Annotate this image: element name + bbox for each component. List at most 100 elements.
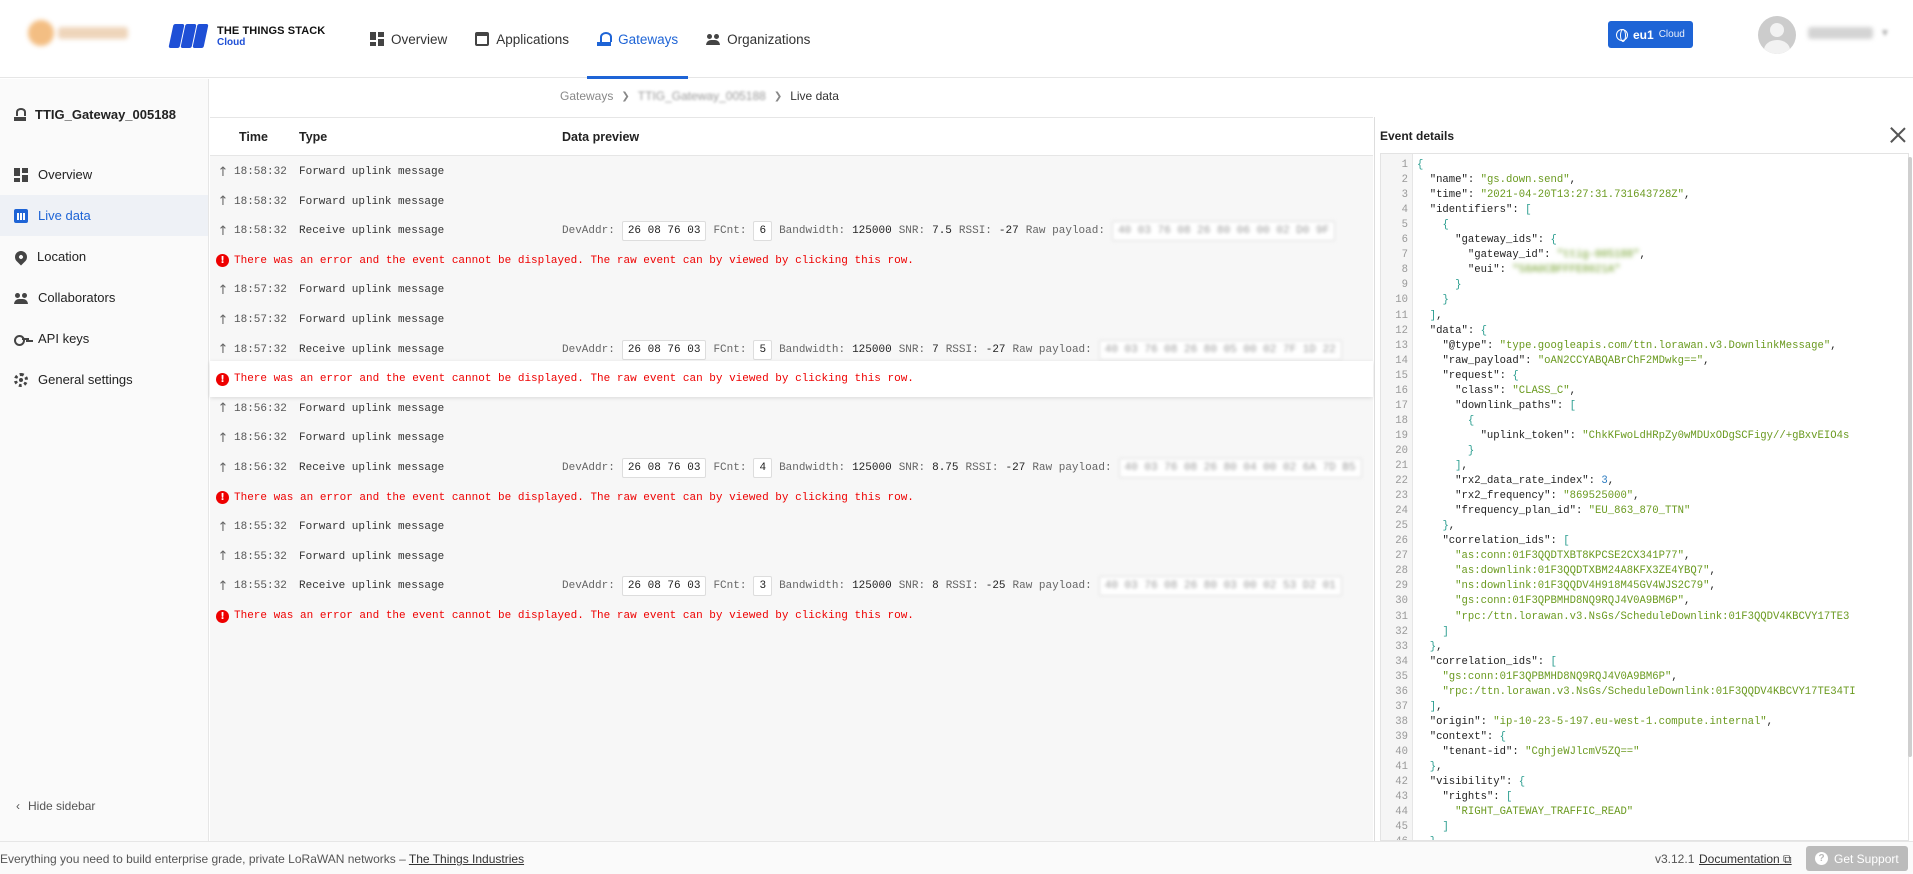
snr-label: SNR: xyxy=(898,462,926,474)
raw-payload-value[interactable]: 40 03 76 08 26 80 03 00 02 53 D2 01 xyxy=(1098,576,1342,597)
fcnt-value[interactable]: 4 xyxy=(753,458,773,478)
rssi-value: -27 xyxy=(985,343,1006,356)
rssi-label: RSSI: xyxy=(958,225,992,238)
event-type: Forward uplink message xyxy=(299,402,445,415)
sidebar-item-live-data[interactable]: Live data xyxy=(0,195,208,236)
nav-applications[interactable]: Applications xyxy=(465,0,579,78)
nav-overview[interactable]: Overview xyxy=(360,0,457,78)
username[interactable] xyxy=(1808,27,1873,39)
scrollbar[interactable] xyxy=(1908,157,1912,757)
nav-organizations[interactable]: Organizations xyxy=(696,0,820,78)
fcnt-label: FCnt: xyxy=(713,462,747,474)
tti-logo[interactable] xyxy=(28,18,133,48)
breadcrumb-gateways[interactable]: Gateways xyxy=(560,89,613,103)
code-text: "rx2_data_rate_index": 3, xyxy=(1455,475,1615,488)
rssi-label: RSSI: xyxy=(945,343,979,356)
line-number: 9 xyxy=(1401,279,1408,292)
code-text: "origin": "ip-10-23-5-197.eu-west-1.comp… xyxy=(1429,715,1774,728)
code-text: "rights": [ xyxy=(1442,791,1513,804)
line-number: 16 xyxy=(1395,384,1408,397)
line-number: 26 xyxy=(1395,535,1408,548)
code-text: "data": { xyxy=(1429,324,1487,337)
avatar[interactable] xyxy=(1758,16,1796,54)
raw-payload-value[interactable]: 40 03 76 08 26 80 05 00 02 7F 1D 22 xyxy=(1098,339,1342,360)
event-type: Forward uplink message xyxy=(299,521,445,534)
top-bar: THE THINGS STACK Cloud Overview Applicat… xyxy=(0,0,1913,79)
sidebar-item-general-settings[interactable]: General settings xyxy=(0,359,208,400)
globe-icon xyxy=(1616,28,1628,42)
hide-sidebar-button[interactable]: ‹ Hide sidebar xyxy=(16,799,95,813)
nav-gateways[interactable]: Gateways xyxy=(587,0,689,79)
code-text: "downlink_paths": [ xyxy=(1455,399,1576,412)
footer-tti-link[interactable]: The Things Industries xyxy=(409,852,524,866)
code-line: 11 ], xyxy=(1381,309,1908,324)
raw-payload-value[interactable]: 40 03 76 08 26 80 06 00 02 D0 9F xyxy=(1111,221,1336,242)
line-number: 35 xyxy=(1395,670,1408,683)
breadcrumb-gateway[interactable]: TTIG_Gateway_005188 xyxy=(638,89,766,103)
rssi-value: -27 xyxy=(998,225,1019,238)
footer-tagline: Everything you need to build enterprise … xyxy=(0,852,525,866)
code-line: 4 "identifiers": [ xyxy=(1381,203,1908,218)
devaddr-value[interactable]: 26 08 76 03 xyxy=(621,576,707,597)
line-number: 20 xyxy=(1395,444,1408,457)
line-number: 33 xyxy=(1395,640,1408,653)
code-line: 24 "frequency_plan_id": "EU_863_870_TTN" xyxy=(1381,504,1908,519)
code-line: 22 "rx2_data_rate_index": 3, xyxy=(1381,474,1908,489)
sidebar-item-api-keys[interactable]: API keys xyxy=(0,318,208,359)
code-text: "class": "CLASS_C", xyxy=(1455,384,1576,397)
arrow-up-icon: ↑ xyxy=(217,164,229,180)
devaddr-value[interactable]: 26 08 76 03 xyxy=(621,458,707,478)
code-line: 35 "gs:conn:01F3QPBMHD8NQ9RQJ4V0A9BM6P", xyxy=(1381,670,1908,685)
code-line: 36 "rpc:/ttn.lorawan.v3.NsGs/ScheduleDow… xyxy=(1381,685,1908,700)
pin-icon xyxy=(12,248,30,265)
brand-title: THE THINGS STACK xyxy=(217,24,326,37)
bandwidth-value: 125000 xyxy=(852,580,892,593)
main-nav: Overview Applications Gateways Organizat… xyxy=(360,0,828,79)
code-line: 44 "RIGHT_GATEWAY_TRAFFIC_READ" xyxy=(1381,805,1908,820)
region-button[interactable]: eu1 Cloud xyxy=(1608,21,1693,48)
line-number: 6 xyxy=(1401,234,1408,247)
fcnt-label: FCnt: xyxy=(713,343,747,356)
arrow-up-icon: ↑ xyxy=(217,519,229,535)
arrow-up-icon: ↑ xyxy=(217,223,229,239)
error-icon: ! xyxy=(216,491,229,505)
devaddr-value[interactable]: 26 08 76 03 xyxy=(621,221,707,242)
json-viewer[interactable]: 1{2 "name": "gs.down.send", 3 "time": "20… xyxy=(1380,153,1909,841)
code-text: "identifiers": [ xyxy=(1429,204,1532,217)
line-number: 2 xyxy=(1401,174,1408,187)
chevron-down-icon[interactable]: ▼ xyxy=(1880,28,1890,39)
code-text: "ns:downlink:01F3QQDV4H918M45GV4WJS2C79"… xyxy=(1455,580,1716,593)
error-row[interactable]: ! There was an error and the event cannot… xyxy=(210,598,1373,634)
sidebar-item-collaborators[interactable]: Collaborators xyxy=(0,277,208,318)
code-text: }, xyxy=(1429,761,1443,773)
code-text: "context": { xyxy=(1429,730,1507,743)
fcnt-value[interactable]: 6 xyxy=(753,221,773,242)
raw-payload-label: Raw payload: xyxy=(1012,343,1092,356)
code-text: { xyxy=(1417,159,1424,171)
line-number: 28 xyxy=(1395,565,1408,578)
line-number: 37 xyxy=(1395,700,1408,713)
tts-logo[interactable]: THE THINGS STACK Cloud xyxy=(168,24,326,48)
close-icon[interactable] xyxy=(1888,125,1908,145)
line-number: 18 xyxy=(1395,414,1408,427)
raw-payload-value[interactable]: 40 03 76 08 26 80 04 00 02 6A 7D B5 xyxy=(1118,458,1362,478)
data-preview: DevAddr: 26 08 76 03 FCnt: 3 Bandwidth: 12500… xyxy=(562,576,1342,597)
documentation-link[interactable]: Documentation ⧉ xyxy=(1699,852,1792,867)
sidebar-item-location[interactable]: Location xyxy=(0,236,208,277)
event-time: 18:58:32 xyxy=(234,225,287,238)
sidebar-item-overview[interactable]: Overview xyxy=(0,154,208,195)
get-support-button[interactable]: ? Get Support xyxy=(1806,846,1908,871)
devaddr-value[interactable]: 26 08 76 03 xyxy=(621,339,707,360)
code-line: 10 } xyxy=(1381,293,1908,308)
gateway-icon xyxy=(597,32,613,46)
breadcrumb-live-data: Live data xyxy=(790,89,839,103)
rssi-value: -27 xyxy=(1005,462,1026,474)
fcnt-value[interactable]: 3 xyxy=(753,576,773,597)
code-text: "rx2_frequency": "869525000", xyxy=(1455,490,1640,503)
people-icon xyxy=(706,32,721,46)
snr-value: 7.5 xyxy=(932,225,952,238)
sidebar-menu: Overview Live data Location Collaborator… xyxy=(0,154,208,400)
code-text: }, xyxy=(1442,520,1456,533)
fcnt-value[interactable]: 5 xyxy=(753,339,773,360)
event-type: Receive uplink message xyxy=(299,462,445,474)
